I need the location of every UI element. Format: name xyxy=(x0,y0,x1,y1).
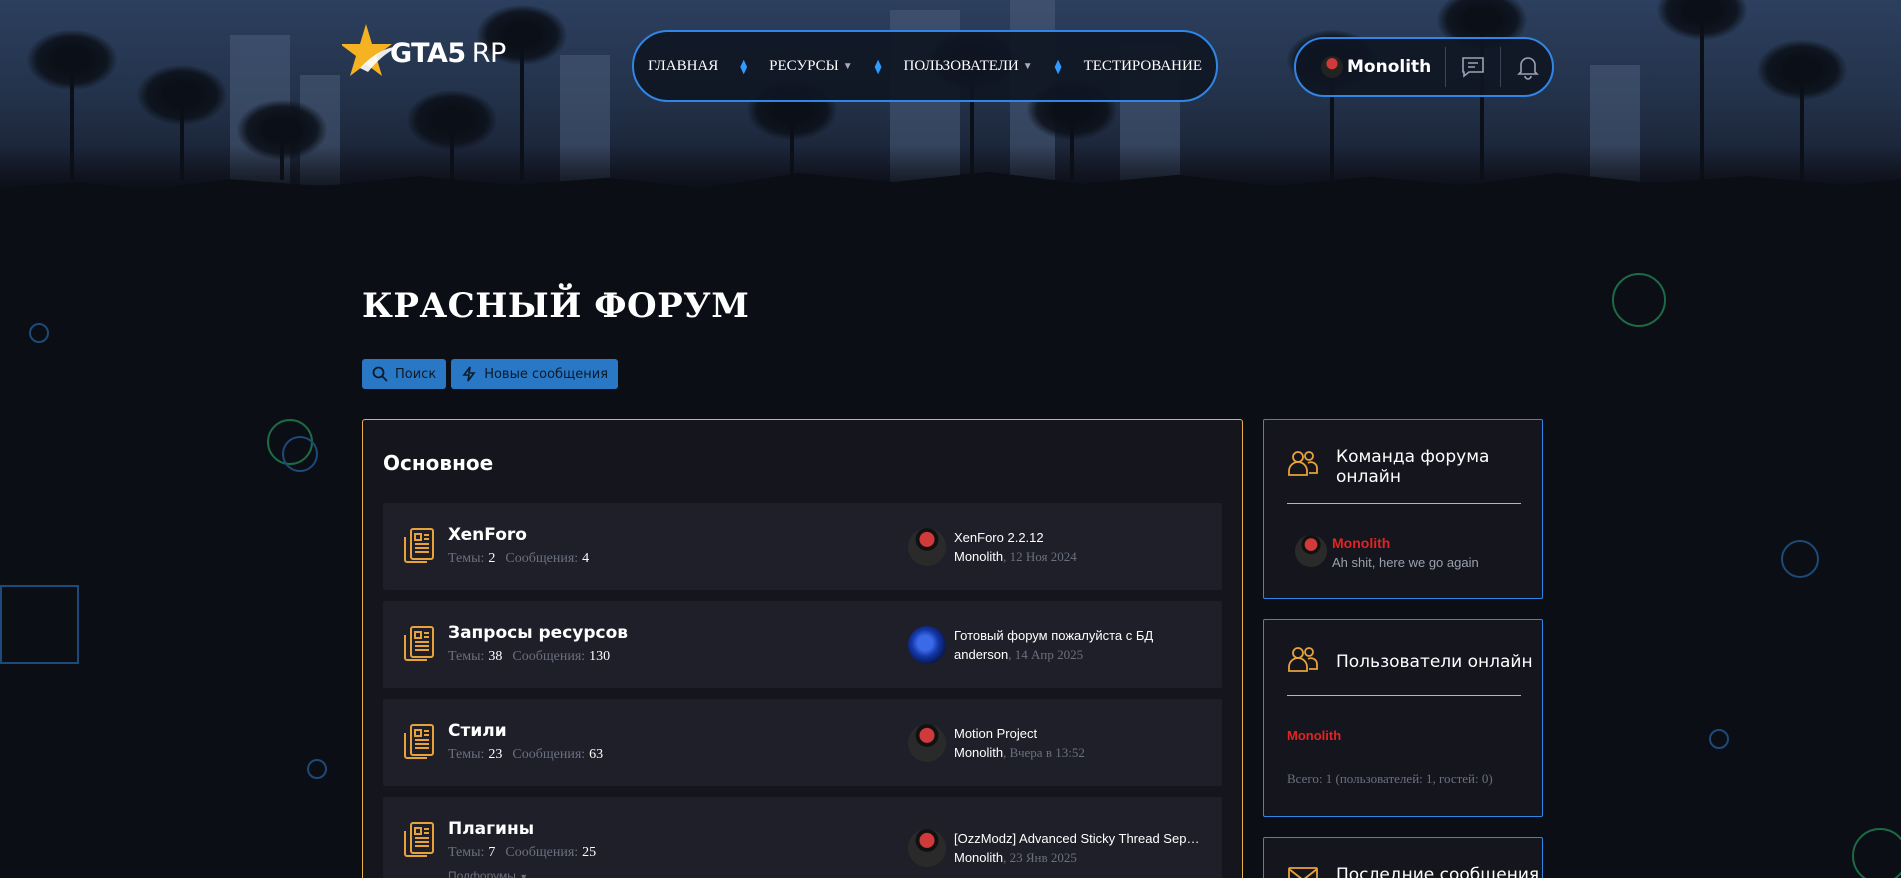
nav-separator-icon: ⧫ xyxy=(874,57,882,74)
forum-node-icon xyxy=(404,528,434,563)
decor-circle xyxy=(1781,540,1819,578)
nav-separator-icon: ⧫ xyxy=(740,57,748,74)
nav-item-users[interactable]: ПОЛЬЗОВАТЕЛИ ▼ xyxy=(904,58,1033,75)
nav-item-testing[interactable]: ТЕСТИРОВАНИЕ xyxy=(1084,58,1202,75)
avatar[interactable] xyxy=(908,724,946,762)
last-post-user[interactable]: anderson xyxy=(954,647,1008,662)
search-button[interactable]: Поиск xyxy=(362,359,447,389)
forum-category-block: Основное XenForo Темы: 2 Сообщения: 4 XenFo… xyxy=(362,419,1243,878)
messages-icon[interactable] xyxy=(1460,54,1486,80)
last-post-user[interactable]: Monolith xyxy=(954,850,1003,865)
widget-title[interactable]: Пользователи онлайн xyxy=(1336,652,1533,672)
forum-node-title[interactable]: Стили xyxy=(448,721,507,741)
last-post-date[interactable]: , Вчера в 13:52 xyxy=(1003,745,1085,760)
staff-online-widget: Команда форума онлайн Monolith Ah shit, h… xyxy=(1263,419,1543,599)
decor-square xyxy=(0,585,79,664)
online-total: Всего: 1 (пользователей: 1, гостей: 0) xyxy=(1287,771,1493,786)
avatar[interactable] xyxy=(908,528,946,566)
forum-node-title[interactable]: XenForo xyxy=(448,525,527,545)
forum-node[interactable]: Запросы ресурсов Темы: 38 Сообщения: 130 Го… xyxy=(383,601,1222,688)
users-online-widget: Пользователи онлайн Monolith Всего: 1 (п… xyxy=(1263,619,1543,817)
page-title: КРАСНЫЙ ФОРУМ xyxy=(362,286,750,326)
envelope-icon xyxy=(1288,867,1318,878)
last-post-date[interactable]: , 23 Янв 2025 xyxy=(1003,850,1077,865)
forum-node-icon xyxy=(404,822,434,857)
last-post-meta: Monolith, 12 Ноя 2024 xyxy=(954,549,1077,565)
forum-node-stats: Темы: 7 Сообщения: 25 xyxy=(448,845,597,860)
lightning-icon xyxy=(462,366,476,382)
divider xyxy=(1287,695,1521,696)
nav-item-home[interactable]: ГЛАВНАЯ xyxy=(648,58,718,75)
users-group-icon xyxy=(1288,451,1318,476)
staff-member-name[interactable]: Monolith xyxy=(1332,535,1390,551)
users-group-icon xyxy=(1288,647,1318,672)
forum-node-stats: Темы: 38 Сообщения: 130 xyxy=(448,649,611,664)
chevron-down-icon: ▼ xyxy=(1022,60,1033,72)
decor-circle xyxy=(1612,273,1666,327)
decor-circle xyxy=(29,323,49,343)
bell-icon[interactable] xyxy=(1515,54,1541,80)
forum-node-icon xyxy=(404,626,434,661)
forum-node-stats: Темы: 23 Сообщения: 63 xyxy=(448,747,604,762)
new-posts-button[interactable]: Новые сообщения xyxy=(451,359,619,389)
divider xyxy=(1500,47,1502,87)
nav-item-resources[interactable]: РЕСУРСЫ ▼ xyxy=(769,58,852,75)
latest-posts-widget: Последние сообщения xyxy=(1263,837,1543,878)
last-post-date[interactable]: , 14 Апр 2025 xyxy=(1008,647,1083,662)
last-post-title[interactable]: Motion Project xyxy=(954,726,1204,741)
forum-node[interactable]: XenForo Темы: 2 Сообщения: 4 XenForo 2.2.12… xyxy=(383,503,1222,590)
last-post-user[interactable]: Monolith xyxy=(954,745,1003,760)
decor-circle xyxy=(1852,828,1901,878)
user-menu: Monolith xyxy=(1294,37,1554,97)
last-post-user[interactable]: Monolith xyxy=(954,549,1003,564)
decor-circle xyxy=(1709,729,1729,749)
site-logo[interactable]: GTA5 RP xyxy=(342,22,506,84)
search-icon xyxy=(372,366,388,382)
staff-member-status: Ah shit, here we go again xyxy=(1332,555,1479,570)
last-post-meta: Monolith, 23 Янв 2025 xyxy=(954,850,1077,866)
main-nav: ГЛАВНАЯ ⧫ РЕСУРСЫ ▼ ⧫ ПОЛЬЗОВАТЕЛИ ▼ ⧫ ТЕС… xyxy=(632,30,1218,102)
last-post-meta: Monolith, Вчера в 13:52 xyxy=(954,745,1085,761)
last-post-title[interactable]: Готовый форум пожалуйста с БД xyxy=(954,628,1204,643)
widget-title[interactable]: Последние сообщения xyxy=(1336,865,1539,878)
last-post-meta: anderson, 14 Апр 2025 xyxy=(954,647,1083,663)
avatar[interactable] xyxy=(1321,56,1343,78)
last-post-date[interactable]: , 12 Ноя 2024 xyxy=(1003,549,1077,564)
subforums-toggle[interactable]: Подфорумы ▼ xyxy=(448,869,528,878)
forum-node-title[interactable]: Плагины xyxy=(448,819,534,839)
forum-node[interactable]: Плагины Темы: 7 Сообщения: 25 Подфорумы ▼ [… xyxy=(383,797,1222,878)
forum-node-stats: Темы: 2 Сообщения: 4 xyxy=(448,551,590,566)
decor-circle xyxy=(307,759,327,779)
decor-circle xyxy=(282,436,318,472)
forum-node[interactable]: Стили Темы: 23 Сообщения: 63 Motion Project… xyxy=(383,699,1222,786)
forum-node-icon xyxy=(404,724,434,759)
chevron-down-icon: ▼ xyxy=(842,60,853,72)
logo-text: GTA5 RP xyxy=(390,37,506,69)
last-post-title[interactable]: [OzzModz] Advanced Sticky Thread Sepa... xyxy=(954,831,1204,846)
user-name-link[interactable]: Monolith xyxy=(1347,57,1431,77)
avatar[interactable] xyxy=(1295,535,1327,567)
widget-title[interactable]: Команда форума онлайн xyxy=(1336,447,1489,487)
online-member-name[interactable]: Monolith xyxy=(1287,728,1341,743)
divider xyxy=(1287,503,1521,504)
avatar[interactable] xyxy=(908,829,946,867)
forum-node-title[interactable]: Запросы ресурсов xyxy=(448,623,628,643)
divider xyxy=(1445,47,1447,87)
last-post-title[interactable]: XenForo 2.2.12 xyxy=(954,530,1204,545)
chevron-down-icon: ▼ xyxy=(519,872,529,878)
avatar[interactable] xyxy=(908,626,946,664)
category-title[interactable]: Основное xyxy=(383,451,493,475)
page-actions: Поиск Новые сообщения xyxy=(362,359,619,389)
nav-separator-icon: ⧫ xyxy=(1054,57,1062,74)
